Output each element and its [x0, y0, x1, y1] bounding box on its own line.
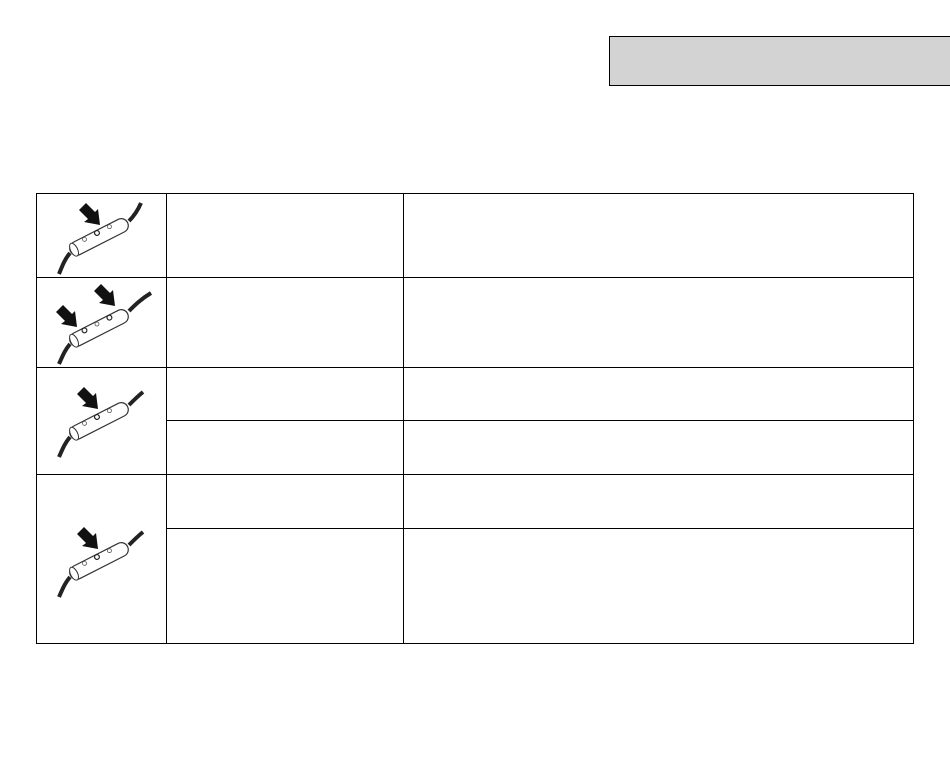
- header-box: [609, 36, 950, 86]
- function-cell: [167, 421, 404, 474]
- table-row-2: [37, 278, 913, 368]
- remote-press-center-button-icon: [57, 387, 145, 458]
- description-cell: [404, 529, 913, 643]
- remote-controls-table: [36, 193, 914, 644]
- function-cell: [167, 278, 404, 367]
- description-cell: [404, 475, 913, 528]
- table-row-3: [37, 368, 913, 475]
- remote-press-center-button-icon: [57, 527, 145, 598]
- description-cell: [404, 368, 913, 420]
- header-title: [610, 37, 950, 65]
- image-cell: [37, 368, 167, 474]
- remote-press-two-buttons-icon: [56, 284, 153, 365]
- remote-press-top-button-icon: [57, 202, 143, 275]
- table-row-1: [37, 194, 913, 278]
- description-cell: [404, 194, 913, 277]
- function-cell: [167, 529, 404, 643]
- function-cell: [167, 368, 404, 420]
- description-cell: [404, 278, 913, 367]
- description-cell: [404, 421, 913, 474]
- table-row-4: [37, 475, 913, 643]
- image-cell: [37, 475, 167, 643]
- image-cell: [37, 194, 167, 277]
- function-cell: [167, 194, 404, 277]
- function-cell: [167, 475, 404, 528]
- image-cell: [37, 278, 167, 367]
